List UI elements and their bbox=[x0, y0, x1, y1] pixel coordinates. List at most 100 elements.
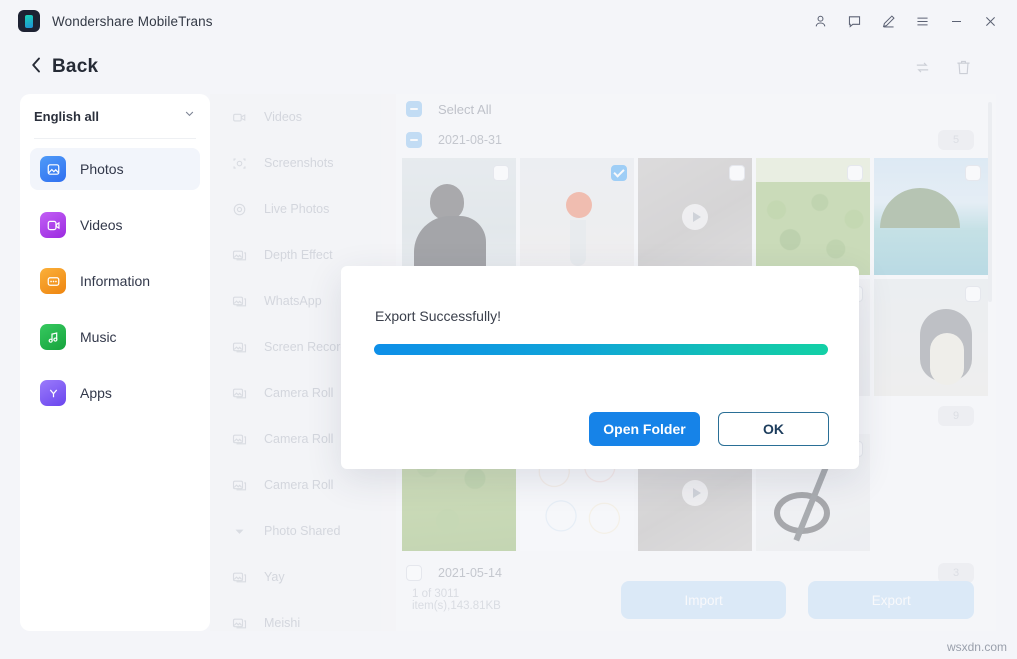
back-label: Back bbox=[52, 56, 98, 78]
sidebar-nav: Photos Videos Informat bbox=[20, 139, 210, 414]
select-all-checkbox[interactable] bbox=[406, 101, 422, 117]
video-camera-icon bbox=[228, 110, 250, 125]
category-item-meishi[interactable]: Meishi bbox=[210, 600, 396, 631]
delete-icon[interactable] bbox=[954, 58, 973, 77]
date-count-badge: 5 bbox=[938, 130, 974, 150]
photo-stack-icon bbox=[228, 570, 250, 585]
title-bar: Wondershare MobileTrans bbox=[0, 0, 1017, 42]
export-success-dialog: Export Successfully! Open Folder OK bbox=[341, 266, 859, 469]
category-label: Photo Shared bbox=[264, 524, 340, 538]
thumbnail-checkbox[interactable] bbox=[847, 165, 863, 181]
refresh-icon[interactable] bbox=[913, 58, 932, 77]
category-item-screenshots[interactable]: Screenshots bbox=[210, 140, 396, 186]
feedback-icon[interactable] bbox=[837, 5, 871, 37]
category-label: Videos bbox=[264, 110, 302, 124]
dialog-message: Export Successfully! bbox=[375, 308, 501, 324]
sidebar-item-label: Information bbox=[80, 273, 150, 289]
sidebar-item-music[interactable]: Music bbox=[30, 316, 200, 358]
category-label: Camera Roll bbox=[264, 386, 333, 400]
play-icon bbox=[682, 204, 708, 230]
progress-bar bbox=[374, 344, 828, 355]
export-button[interactable]: Export bbox=[808, 581, 974, 619]
select-all-row[interactable]: Select All bbox=[396, 94, 996, 124]
thumbnail-checkbox[interactable] bbox=[493, 165, 509, 181]
back-button[interactable]: Back bbox=[30, 56, 98, 79]
thumbnail-item[interactable] bbox=[756, 158, 870, 275]
screenshot-icon bbox=[228, 156, 250, 171]
live-photo-icon bbox=[228, 202, 250, 217]
date-group-header[interactable]: 2021-08-31 5 bbox=[396, 124, 996, 156]
sidebar-item-videos[interactable]: Videos bbox=[30, 204, 200, 246]
edit-icon[interactable] bbox=[871, 5, 905, 37]
photo-stack-icon bbox=[228, 386, 250, 401]
category-label: Meishi bbox=[264, 616, 300, 630]
ok-button[interactable]: OK bbox=[718, 412, 829, 446]
apps-icon bbox=[40, 380, 66, 406]
information-icon bbox=[40, 268, 66, 294]
content-toolbar bbox=[913, 58, 1017, 77]
category-label: Live Photos bbox=[264, 202, 329, 216]
thumbnail-item-video[interactable] bbox=[638, 158, 752, 275]
category-label: Yay bbox=[264, 570, 285, 584]
thumbnail-item[interactable] bbox=[874, 279, 988, 396]
category-label: Depth Effect bbox=[264, 248, 333, 262]
mobiletrans-logo-icon bbox=[18, 10, 40, 32]
play-icon bbox=[682, 480, 708, 506]
sidebar-item-information[interactable]: Information bbox=[30, 260, 200, 302]
photo-stack-icon bbox=[228, 294, 250, 309]
sidebar-item-label: Photos bbox=[80, 161, 124, 177]
thumbnail-checkbox[interactable] bbox=[611, 165, 627, 181]
music-icon bbox=[40, 324, 66, 350]
thumbnail-checkbox[interactable] bbox=[965, 286, 981, 302]
thumbnail-item[interactable] bbox=[402, 158, 516, 275]
date-label: 2021-08-31 bbox=[438, 133, 502, 147]
photo-stack-icon bbox=[228, 248, 250, 263]
category-group-photo-shared[interactable]: Photo Shared bbox=[210, 508, 396, 554]
date-count-badge: 9 bbox=[938, 406, 974, 426]
videos-icon bbox=[40, 212, 66, 238]
category-item-videos[interactable]: Videos bbox=[210, 94, 396, 140]
category-label: Screenshots bbox=[264, 156, 333, 170]
sidebar-item-label: Music bbox=[80, 329, 117, 345]
action-bar: 1 of 3011 item(s),143.81KB Import Export bbox=[396, 569, 996, 631]
category-label: Camera Roll bbox=[264, 478, 333, 492]
category-item-live-photos[interactable]: Live Photos bbox=[210, 186, 396, 232]
sidebar-item-label: Apps bbox=[80, 385, 112, 401]
date-group-checkbox[interactable] bbox=[406, 132, 422, 148]
window-controls bbox=[803, 5, 1017, 37]
menu-icon[interactable] bbox=[905, 5, 939, 37]
select-all-label: Select All bbox=[438, 102, 491, 117]
account-icon[interactable] bbox=[803, 5, 837, 37]
thumbnail-checkbox[interactable] bbox=[729, 165, 745, 181]
photo-stack-icon bbox=[228, 340, 250, 355]
sidebar-item-photos[interactable]: Photos bbox=[30, 148, 200, 190]
photo-stack-icon bbox=[228, 432, 250, 447]
selection-status: 1 of 3011 item(s),143.81KB bbox=[412, 588, 551, 612]
import-button[interactable]: Import bbox=[621, 581, 787, 619]
language-label: English all bbox=[34, 109, 99, 124]
close-button[interactable] bbox=[973, 5, 1007, 37]
chevron-left-icon bbox=[30, 56, 43, 79]
category-label: Camera Roll bbox=[264, 432, 333, 446]
photos-icon bbox=[40, 156, 66, 182]
app-title: Wondershare MobileTrans bbox=[52, 14, 213, 29]
sidebar-item-apps[interactable]: Apps bbox=[30, 372, 200, 414]
language-selector[interactable]: English all bbox=[34, 94, 196, 139]
thumbnail-item[interactable] bbox=[874, 158, 988, 275]
watermark: wsxdn.com bbox=[947, 640, 1007, 654]
vertical-scrollbar[interactable] bbox=[988, 102, 992, 302]
application-window: Wondershare MobileTrans bbox=[0, 0, 1017, 659]
category-label: WhatsApp bbox=[264, 294, 322, 308]
chevron-down-icon bbox=[183, 107, 196, 125]
minimize-button[interactable] bbox=[939, 5, 973, 37]
open-folder-button[interactable]: Open Folder bbox=[589, 412, 700, 446]
header-bar: Back bbox=[0, 42, 1017, 92]
thumbnail-checkbox[interactable] bbox=[965, 165, 981, 181]
photo-stack-icon bbox=[228, 478, 250, 493]
sidebar: English all Photos bbox=[20, 94, 210, 631]
category-item-yay[interactable]: Yay bbox=[210, 554, 396, 600]
sidebar-item-label: Videos bbox=[80, 217, 123, 233]
photo-stack-icon bbox=[228, 616, 250, 631]
thumbnail-item[interactable] bbox=[520, 158, 634, 275]
caret-down-icon bbox=[228, 526, 250, 537]
